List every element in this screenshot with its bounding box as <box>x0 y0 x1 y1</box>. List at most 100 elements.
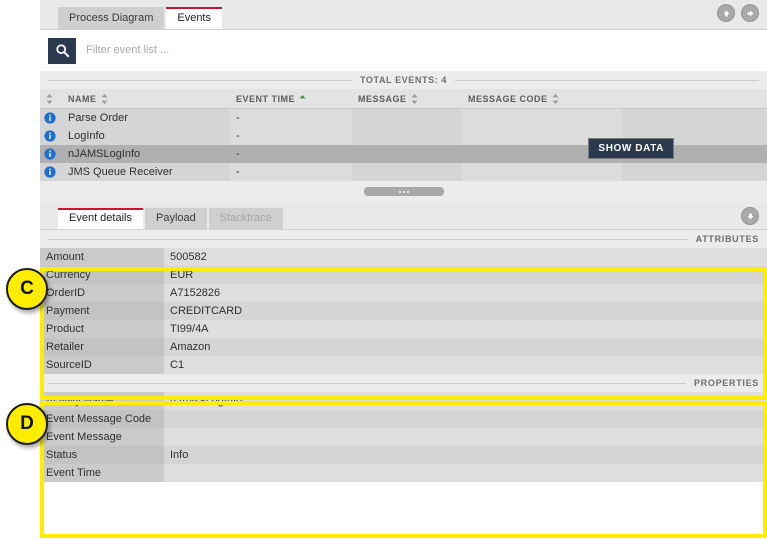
cell-name: JMS Queue Receiver <box>62 163 230 181</box>
attribute-value: TI99/4A <box>164 320 767 338</box>
attribute-row: Payment CREDITCARD <box>40 302 767 320</box>
right-arrow-icon <box>747 10 753 16</box>
info-icon <box>44 148 56 160</box>
divider-line <box>48 383 759 384</box>
property-row: Activity Name nJAMSLogInfo <box>40 392 767 410</box>
col-header-message[interactable]: MESSAGE <box>352 89 462 109</box>
info-icon <box>44 130 56 142</box>
property-value <box>164 410 767 428</box>
attributes-grid: Amount 500582 Currency EUR OrderID A7152… <box>40 248 767 374</box>
property-key: Event Message <box>40 428 164 446</box>
horizontal-splitter-handle[interactable] <box>363 187 444 196</box>
property-key: Event Time <box>40 464 164 482</box>
properties-grid: Activity Name nJAMSLogInfo Event Message… <box>40 392 767 482</box>
attribute-row: Amount 500582 <box>40 248 767 266</box>
property-row: Event Message Code <box>40 410 767 428</box>
attribute-key: SourceID <box>40 356 164 374</box>
attribute-key: Payment <box>40 302 164 320</box>
cell-spacer <box>622 108 767 127</box>
attribute-row: Retailer Amazon <box>40 338 767 356</box>
cell-message-code <box>462 163 622 181</box>
property-value: Info <box>164 446 767 464</box>
attribute-value: C1 <box>164 356 767 374</box>
table-row[interactable]: Parse Order - <box>40 108 767 127</box>
sort-updown-icon <box>101 93 107 104</box>
cell-message <box>352 127 462 145</box>
sort-updown-icon <box>552 93 559 104</box>
forward-arrow-button[interactable] <box>741 4 759 22</box>
table-row[interactable]: JMS Queue Receiver - <box>40 163 767 181</box>
divider-line <box>48 239 759 240</box>
up-arrow-button[interactable] <box>717 4 735 22</box>
events-table-header-row: NAME EVENT TIME MESSAGE MESSAGE CODE <box>40 89 767 109</box>
attribute-key: Amount <box>40 248 164 266</box>
col-header-name-label: NAME <box>68 93 97 104</box>
search-button[interactable] <box>48 37 76 64</box>
cell-name: nJAMSLogInfo <box>62 145 230 163</box>
row-info-cell <box>40 163 62 181</box>
cell-name: LogInfo <box>62 127 230 145</box>
show-data-wrapper: SHOW DATA <box>588 138 674 159</box>
attribute-value: Amazon <box>164 338 767 356</box>
attribute-key: Product <box>40 320 164 338</box>
info-icon <box>44 166 56 178</box>
tab-event-details[interactable]: Event details <box>58 208 143 229</box>
splitter-dot <box>402 190 405 193</box>
up-arrow-icon <box>723 10 729 16</box>
cell-event-time: - <box>230 163 352 181</box>
splitter-dot <box>406 190 409 193</box>
properties-bottom-padding <box>40 482 767 504</box>
navigation-buttons <box>717 4 759 22</box>
cell-event-time: - <box>230 108 352 127</box>
cell-message <box>352 145 462 163</box>
down-arrow-icon <box>747 213 753 219</box>
attribute-value: CREDITCARD <box>164 302 767 320</box>
property-row: Event Message <box>40 428 767 446</box>
search-icon <box>55 44 69 58</box>
tab-events[interactable]: Events <box>166 7 222 29</box>
events-table: NAME EVENT TIME MESSAGE MESSAGE CODE Par… <box>40 89 767 181</box>
sort-ascending-icon <box>299 94 306 98</box>
col-header-message-code[interactable]: MESSAGE CODE <box>462 89 622 109</box>
col-header-message-label: MESSAGE <box>358 93 407 104</box>
property-key: Event Message Code <box>40 410 164 428</box>
splitter-zone <box>40 181 767 203</box>
njams-event-panel: Process Diagram Events Filter event list… <box>40 0 767 540</box>
properties-title: PROPERTIES <box>685 378 767 388</box>
col-header-name[interactable]: NAME <box>62 89 230 109</box>
attribute-row: Currency EUR <box>40 266 767 284</box>
cell-message <box>352 108 462 127</box>
attribute-key: OrderID <box>40 284 164 302</box>
property-key: Activity Name <box>40 392 164 410</box>
attributes-title: ATTRIBUTES <box>687 234 767 244</box>
filter-bar <box>40 30 767 71</box>
row-info-cell <box>40 127 62 145</box>
cell-message-code <box>462 108 622 127</box>
row-info-cell <box>40 145 62 163</box>
tab-process-diagram[interactable]: Process Diagram <box>58 7 165 29</box>
sort-updown-icon <box>411 93 418 104</box>
col-header-select[interactable] <box>40 89 62 109</box>
tab-stacktrace: Stacktrace <box>208 208 283 229</box>
property-row: Status Info <box>40 446 767 464</box>
property-row: Event Time <box>40 464 767 482</box>
cell-event-time: - <box>230 145 352 163</box>
collapse-panel-button[interactable] <box>741 207 759 225</box>
cell-message <box>352 163 462 181</box>
total-events-label: TOTAL EVENTS: 4 <box>351 75 455 85</box>
attribute-value: EUR <box>164 266 767 284</box>
top-tabstrip: Process Diagram Events <box>40 0 767 30</box>
col-header-spacer <box>622 89 767 109</box>
attribute-key: Retailer <box>40 338 164 356</box>
attributes-divider: ATTRIBUTES <box>40 230 767 248</box>
tab-payload[interactable]: Payload <box>144 208 207 229</box>
filter-event-list-input[interactable] <box>76 36 759 65</box>
show-data-button[interactable]: SHOW DATA <box>588 138 674 159</box>
col-header-event-time[interactable]: EVENT TIME <box>230 89 352 109</box>
cell-name: Parse Order <box>62 108 230 127</box>
attribute-row: OrderID A7152826 <box>40 284 767 302</box>
col-header-event-time-label: EVENT TIME <box>236 93 296 104</box>
attribute-row: SourceID C1 <box>40 356 767 374</box>
property-key: Status <box>40 446 164 464</box>
attribute-key: Currency <box>40 266 164 284</box>
